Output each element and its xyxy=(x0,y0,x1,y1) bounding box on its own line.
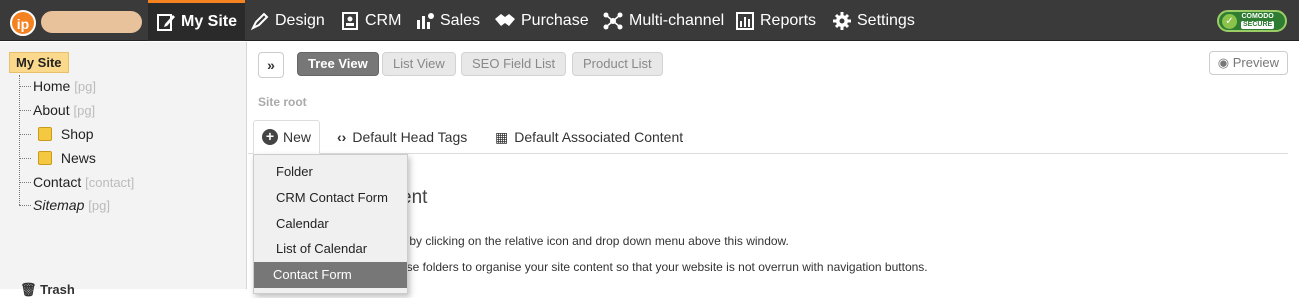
nav-design[interactable]: Design xyxy=(242,0,333,41)
nav-multi-channel[interactable]: Multi-channel xyxy=(594,0,732,41)
app-logo[interactable]: ip xyxy=(10,10,36,36)
tree-item-label: About xyxy=(33,102,70,118)
folder-icon xyxy=(38,151,52,165)
trash-icon: 🗑 xyxy=(20,282,37,297)
code-icon: ‹› xyxy=(337,129,347,145)
handshake-icon xyxy=(495,13,515,26)
tree-item-home[interactable]: Home [pg] xyxy=(33,78,96,94)
site-tree-sidebar: My Site Home [pg] About [pg] Shop News C… xyxy=(0,42,247,297)
tree-branch xyxy=(19,86,31,87)
nav-purchase[interactable]: Purchase xyxy=(486,0,597,41)
thumbs-up-icon: ✓ xyxy=(1222,13,1237,29)
nav-my-site-label: My Site xyxy=(181,13,238,30)
product-list-button[interactable]: Product List xyxy=(572,52,663,76)
expand-sidebar-button[interactable]: » xyxy=(258,52,284,78)
network-icon xyxy=(603,12,623,29)
menu-item-calendar[interactable]: Calendar xyxy=(254,211,407,237)
tree-item-tag: [pg] xyxy=(74,79,96,94)
nav-sales-label: Sales xyxy=(440,11,481,29)
folder-icon xyxy=(38,127,52,141)
tree-view-button[interactable]: Tree View xyxy=(297,52,379,76)
tree-item-tag: [contact] xyxy=(85,175,135,190)
tree-item-label: Home xyxy=(33,78,71,94)
nav-multi-channel-label: Multi-channel xyxy=(629,11,725,29)
trash-label: Trash xyxy=(40,282,75,297)
breadcrumb: Site root xyxy=(258,95,307,109)
plus-icon: + xyxy=(262,129,278,145)
nav-settings-label: Settings xyxy=(857,11,915,29)
seo-field-list-button[interactable]: SEO Field List xyxy=(461,52,567,76)
edit-icon xyxy=(157,14,175,31)
tree-item-label: Shop xyxy=(60,126,94,142)
tab-assoc-label: Default Associated Content xyxy=(514,129,684,145)
tab-new-label: New xyxy=(283,129,312,145)
badge-line2: SECURE xyxy=(1241,21,1275,29)
nav-crm[interactable]: CRM xyxy=(332,0,409,41)
tree-branch xyxy=(19,158,31,159)
tree-root-my-site[interactable]: My Site xyxy=(9,52,69,73)
preview-label: Preview xyxy=(1232,55,1279,70)
menu-item-contact-form[interactable]: Contact Form xyxy=(254,262,407,288)
nav-reports[interactable]: Reports xyxy=(727,0,824,41)
tree-item-news[interactable]: News xyxy=(38,150,96,166)
tree-item-about[interactable]: About [pg] xyxy=(33,102,95,118)
preview-button[interactable]: ◉ Preview xyxy=(1208,51,1288,75)
tree-branch xyxy=(19,182,31,183)
nav-crm-label: CRM xyxy=(365,11,402,29)
tree-branch xyxy=(19,134,31,135)
tab-head-tags-label: Default Head Tags xyxy=(352,129,468,145)
nav-reports-label: Reports xyxy=(760,11,817,29)
tree-item-label: Contact xyxy=(33,174,82,190)
menu-item-folder[interactable]: Folder xyxy=(254,159,407,185)
comodo-secure-badge[interactable]: ✓ COMODO SECURE xyxy=(1217,10,1287,32)
tree-item-trash[interactable]: 🗑 Trash xyxy=(20,282,75,298)
contacts-icon xyxy=(342,11,358,30)
eye-icon: ◉ xyxy=(1217,55,1230,70)
new-dropdown-menu: Folder CRM Contact Form Calendar List of… xyxy=(253,154,408,294)
badge-line1: COMODO xyxy=(1241,13,1274,20)
content-tabs: + New ‹› Default Head Tags ▦ Default Ass… xyxy=(248,120,1288,154)
tab-default-head-tags[interactable]: ‹› Default Head Tags xyxy=(337,120,467,154)
tree-item-contact[interactable]: Contact [contact] xyxy=(33,174,134,190)
site-name-pill[interactable] xyxy=(41,11,142,33)
tree-item-tag: [pg] xyxy=(88,198,110,213)
tree-branch xyxy=(19,205,31,206)
nav-purchase-label: Purchase xyxy=(521,11,589,29)
brush-icon xyxy=(250,12,269,30)
nav-design-label: Design xyxy=(275,11,325,29)
main-content: » Tree View List View SEO Field List Pro… xyxy=(248,42,1299,294)
menu-item-list-of-calendar-events[interactable]: List of Calendar Events xyxy=(254,236,407,282)
tree-item-shop[interactable]: Shop xyxy=(38,126,94,142)
tree-item-tag: [pg] xyxy=(73,103,96,118)
nav-settings[interactable]: Settings xyxy=(824,0,923,41)
tree-branch xyxy=(19,110,31,111)
list-view-button[interactable]: List View xyxy=(382,52,456,76)
nav-sales[interactable]: Sales xyxy=(407,0,488,41)
table-icon: ▦ xyxy=(495,128,509,145)
content-text-line: use folders to organise your site conten… xyxy=(400,260,928,274)
top-navigation-bar: ip My Site Design CRM Sales Purchase Mul… xyxy=(0,0,1299,41)
tree-item-label: News xyxy=(60,150,96,166)
tree-item-sitemap[interactable]: Sitemap [pg] xyxy=(33,197,110,213)
tree-connector xyxy=(19,75,20,205)
tab-new[interactable]: + New xyxy=(253,120,321,154)
tree-item-label: Sitemap xyxy=(33,197,85,213)
nav-my-site[interactable]: My Site xyxy=(148,0,246,41)
tab-default-associated-content[interactable]: ▦ Default Associated Content xyxy=(495,120,683,154)
content-text-line: s by clicking on the relative icon and d… xyxy=(400,234,789,248)
chart-icon xyxy=(736,11,754,30)
menu-item-crm-contact-form[interactable]: CRM Contact Form xyxy=(254,185,407,211)
gear-icon xyxy=(833,11,851,30)
sales-icon xyxy=(417,12,434,29)
